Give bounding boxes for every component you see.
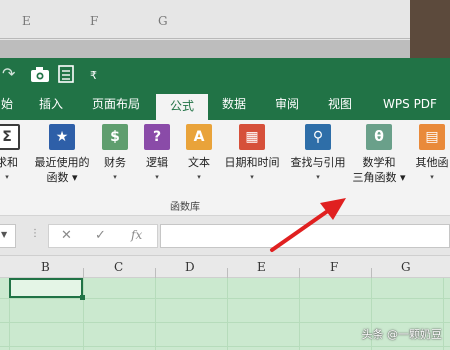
annotation-arrow-icon (270, 198, 346, 252)
